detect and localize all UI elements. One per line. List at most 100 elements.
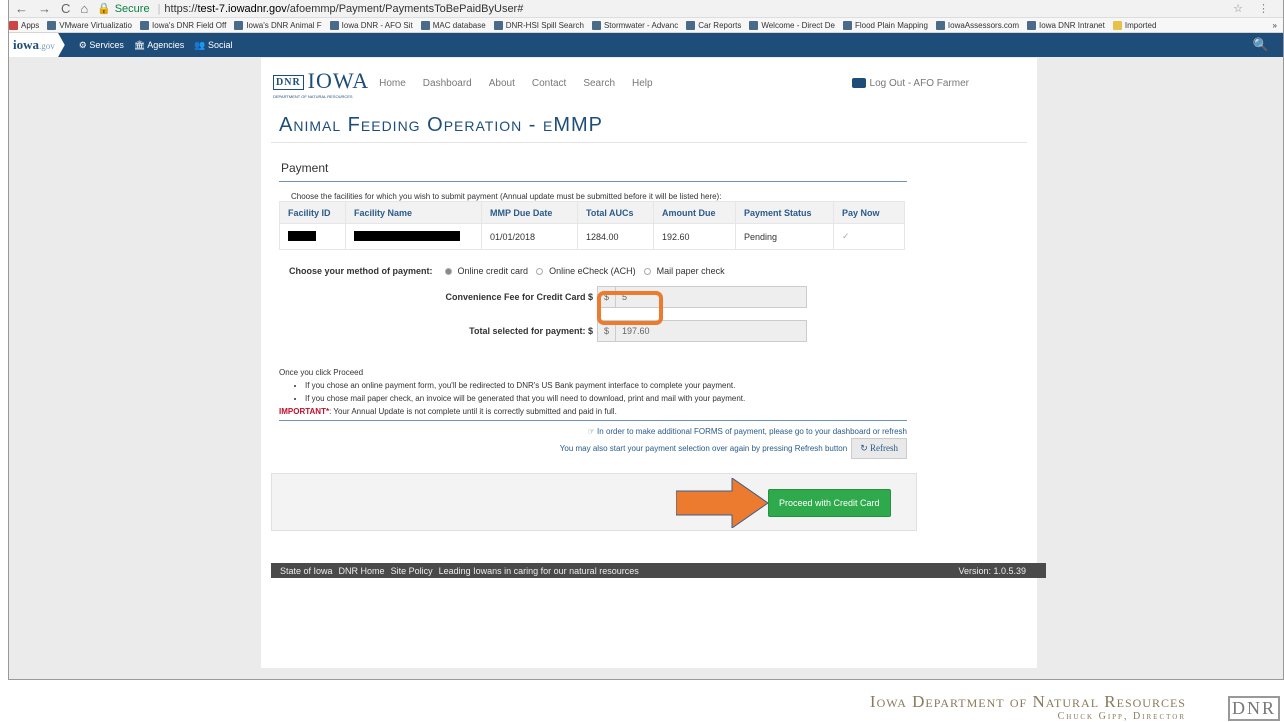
gov-services[interactable]: ⚙ Services: [79, 40, 124, 51]
status-cell: Pending: [735, 223, 834, 250]
table-header-row: Facility ID Facility Name MMP Due Date T…: [279, 201, 905, 224]
col-facility-id: Facility ID: [279, 201, 346, 224]
bookmark-icon: [420, 20, 430, 30]
lock-icon: 🔒: [97, 3, 111, 15]
forms-note[interactable]: ☞ In order to make additional FORMS of p…: [261, 421, 1037, 436]
restart-note: You may also start your payment selectio…: [559, 444, 848, 453]
version-label: Version: 1.0.5.39: [958, 565, 1026, 576]
footer-tagline: Leading Iowans in caring for our natural…: [438, 565, 639, 576]
due-date-cell: 01/01/2018: [481, 223, 578, 250]
important-note: IMPORTANT*: Your Annual Update is not co…: [279, 407, 617, 416]
refresh-icon: ↻: [860, 443, 870, 453]
fee-label: Convenience Fee for Credit Card $: [445, 292, 593, 302]
footer-site-policy[interactable]: Site Policy: [391, 566, 433, 576]
nav-buttons: ← → C ⌂: [9, 1, 97, 16]
bookmark-apps[interactable]: Apps: [9, 20, 39, 30]
bookmark-item[interactable]: Stormwater - Advanc: [591, 20, 678, 30]
back-arrow-icon[interactable]: ←: [15, 1, 28, 16]
list-item: If you chose an online payment form, you…: [305, 379, 1037, 392]
col-amount-due: Amount Due: [653, 201, 736, 224]
facility-id-cell: [279, 223, 346, 250]
bookmark-item[interactable]: DNR-HSI Spill Search: [493, 20, 584, 30]
bookmarks-bar: Apps VMware Virtualizatio Iowa's DNR Fie…: [9, 18, 1283, 33]
info-intro: Once you click Proceed: [279, 368, 364, 377]
globe-icon: [935, 20, 945, 30]
bookmark-icon: [234, 20, 244, 30]
address-bar: ← → C ⌂ 🔒 Secure | https://test-7.iowadn…: [9, 0, 1283, 18]
logout-link[interactable]: Log Out - AFO Farmer: [851, 78, 969, 89]
amount-cell: 192.60: [653, 223, 736, 250]
browser-window: ← → C ⌂ 🔒 Secure | https://test-7.iowadn…: [8, 0, 1284, 680]
director-name: Chuck Gipp, Director: [1057, 711, 1186, 722]
proceed-credit-card-button[interactable]: Proceed with Credit Card: [768, 489, 891, 517]
bookmark-icon: [591, 20, 601, 30]
menu-dashboard[interactable]: Dashboard: [423, 78, 472, 89]
bookmark-icon: [686, 20, 696, 30]
dnr-logo[interactable]: DNR IOWA DEPARTMENT OF NATURAL RESOURCES: [273, 68, 369, 99]
facility-name-cell: [345, 223, 482, 250]
bookmark-item[interactable]: Iowa DNR Intranet: [1027, 20, 1105, 30]
radio-credit-card[interactable]: [444, 267, 452, 275]
bookmark-item[interactable]: Iowa's DNR Field Off: [140, 20, 226, 30]
more-bookmarks[interactable]: »: [1273, 21, 1283, 30]
user-icon: [851, 78, 866, 88]
star-icon[interactable]: ☆ ⋮: [1233, 2, 1283, 15]
col-facility-name: Facility Name: [345, 201, 482, 224]
department-name: Iowa Department of Natural Resources: [869, 692, 1186, 711]
radio-echeck[interactable]: [536, 267, 544, 275]
url-field[interactable]: https://test-7.iowadnr.gov/afoemmp/Payme…: [164, 3, 523, 15]
bookmark-icon: [493, 20, 503, 30]
page-content: DNR IOWA DEPARTMENT OF NATURAL RESOURCES …: [261, 58, 1046, 668]
secure-label: Secure: [114, 2, 150, 15]
redacted-block: [288, 230, 316, 241]
people-icon: 👥: [194, 39, 209, 50]
fee-highlight-box: [597, 291, 663, 325]
home-icon[interactable]: ⌂: [80, 1, 88, 16]
gears-icon: ⚙: [78, 39, 90, 50]
main-menu: Home Dashboard About Contact Search Help: [379, 78, 652, 89]
gov-social[interactable]: 👥 Social: [194, 40, 232, 51]
search-icon[interactable]: 🔍: [1253, 37, 1269, 53]
site-header: DNR IOWA DEPARTMENT OF NATURAL RESOURCES …: [261, 58, 1037, 108]
facilities-table: Facility ID Facility Name MMP Due Date T…: [279, 201, 905, 250]
building-icon: 🏛: [133, 39, 148, 50]
menu-search[interactable]: Search: [583, 78, 615, 89]
col-total-aucs: Total AUCs: [577, 201, 654, 224]
choose-instructions: Choose the facilities for which you wish…: [291, 192, 722, 201]
bookmark-icon: [749, 20, 759, 30]
menu-contact[interactable]: Contact: [532, 78, 566, 89]
table-row: 01/01/2018 1284.00 192.60 Pending ✓: [279, 223, 905, 250]
site-footer: State of Iowa DNR Home Site Policy Leadi…: [271, 563, 1046, 578]
payment-method-label: Choose your method of payment:: [289, 266, 433, 276]
bookmark-item[interactable]: Flood Plain Mapping: [842, 20, 928, 30]
radio-mail-check[interactable]: [643, 267, 651, 275]
menu-about[interactable]: About: [489, 78, 515, 89]
bookmark-item[interactable]: IowaAssessors.com: [935, 20, 1019, 30]
col-pay-now: Pay Now: [833, 201, 905, 224]
bookmark-item[interactable]: MAC database: [420, 20, 486, 30]
orange-arrow-icon: [676, 478, 768, 528]
pay-now-checkbox[interactable]: ✓: [833, 223, 905, 250]
reload-icon[interactable]: C: [61, 1, 70, 16]
bookmark-item[interactable]: Car Reports: [686, 20, 741, 30]
menu-home[interactable]: Home: [379, 78, 406, 89]
info-list: If you chose an online payment form, you…: [279, 379, 1037, 405]
bookmark-icon: [329, 20, 339, 30]
forward-arrow-icon[interactable]: →: [38, 1, 51, 16]
bookmark-item[interactable]: Iowa's DNR Animal F: [234, 20, 322, 30]
menu-help[interactable]: Help: [632, 78, 653, 89]
refresh-button[interactable]: ↻ Refresh: [851, 438, 907, 459]
aucs-cell: 1284.00: [577, 223, 654, 250]
dnr-logo-mark: DNR: [1227, 696, 1280, 721]
footer-state-of-iowa[interactable]: State of Iowa: [280, 566, 333, 576]
gov-agencies[interactable]: 🏛 Agencies: [134, 40, 184, 51]
bookmark-item[interactable]: VMware Virtualizatio: [47, 20, 132, 30]
bookmark-item[interactable]: Iowa DNR - AFO Sit: [329, 20, 413, 30]
iowa-gov-logo[interactable]: iowa.gov: [9, 33, 65, 57]
bookmark-item[interactable]: Welcome - Direct De: [749, 20, 835, 30]
bookmark-folder[interactable]: Imported: [1112, 20, 1156, 30]
footer-dnr-home[interactable]: DNR Home: [339, 566, 385, 576]
page-title: Animal Feeding Operation - eMMP: [279, 114, 603, 136]
list-item: If you chose mail paper check, an invoic…: [305, 392, 1037, 405]
page-icon: [1027, 20, 1037, 30]
